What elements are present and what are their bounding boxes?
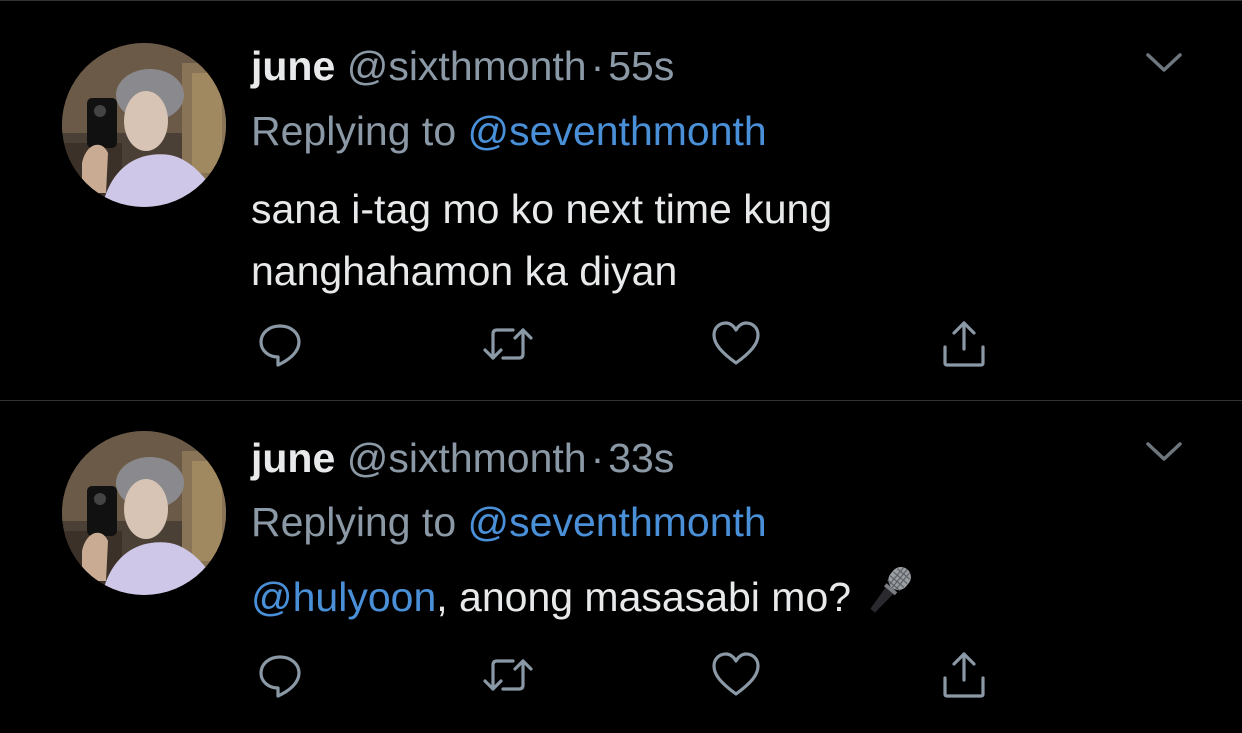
retweet-button[interactable] xyxy=(478,314,538,374)
like-button[interactable] xyxy=(706,645,766,705)
timestamp[interactable]: 33s xyxy=(608,435,674,481)
retweet-icon xyxy=(483,659,533,691)
tweet[interactable]: june @sixthmonth·55s Replying to @sevent… xyxy=(0,8,1242,400)
chevron-down-icon[interactable] xyxy=(1144,437,1184,467)
share-button[interactable] xyxy=(934,645,994,705)
replying-to-label: Replying to xyxy=(251,108,457,154)
username[interactable]: @sixthmonth xyxy=(347,43,587,89)
reply-button[interactable] xyxy=(250,314,310,374)
like-icon xyxy=(712,321,760,365)
replying-to-mention[interactable]: @seventhmonth xyxy=(468,499,767,545)
display-name[interactable]: june xyxy=(251,435,335,481)
retweet-icon xyxy=(483,328,533,360)
tweet-actions xyxy=(0,645,1242,705)
microphone-icon xyxy=(861,561,919,636)
avatar[interactable] xyxy=(62,43,226,207)
reply-button[interactable] xyxy=(250,645,310,705)
chevron-down-icon[interactable] xyxy=(1144,48,1184,78)
retweet-button[interactable] xyxy=(478,645,538,705)
reply-icon xyxy=(259,655,301,698)
like-button[interactable] xyxy=(706,314,766,374)
tweet-actions xyxy=(0,314,1242,374)
top-divider xyxy=(0,0,1242,1)
replying-to-label: Replying to xyxy=(251,499,457,545)
reply-icon xyxy=(259,324,301,367)
replying-to: Replying to @seventhmonth xyxy=(251,497,767,547)
tweet-header: june @sixthmonth·33s xyxy=(251,433,674,483)
timestamp[interactable]: 55s xyxy=(608,43,674,89)
avatar[interactable] xyxy=(62,431,226,595)
tweet-header: june @sixthmonth·55s xyxy=(251,41,674,91)
share-icon xyxy=(943,652,985,698)
username[interactable]: @sixthmonth xyxy=(347,435,587,481)
separator: · xyxy=(590,43,605,89)
separator: · xyxy=(590,435,605,481)
replying-to: Replying to @seventhmonth xyxy=(251,106,767,156)
display-name[interactable]: june xyxy=(251,43,335,89)
text-mention[interactable]: @hulyoon xyxy=(251,574,436,620)
tweet-text: sana i-tag mo ko next time kung nanghaha… xyxy=(251,186,833,294)
tweet[interactable]: june @sixthmonth·33s Replying to @sevent… xyxy=(0,401,1242,733)
like-icon xyxy=(712,652,760,696)
text-content: , anong masasabi mo? xyxy=(436,574,852,620)
share-icon xyxy=(943,321,985,367)
share-button[interactable] xyxy=(934,314,994,374)
replying-to-mention[interactable]: @seventhmonth xyxy=(468,108,767,154)
tweet-text: @hulyoon, anong masasabi mo? xyxy=(251,561,1011,636)
